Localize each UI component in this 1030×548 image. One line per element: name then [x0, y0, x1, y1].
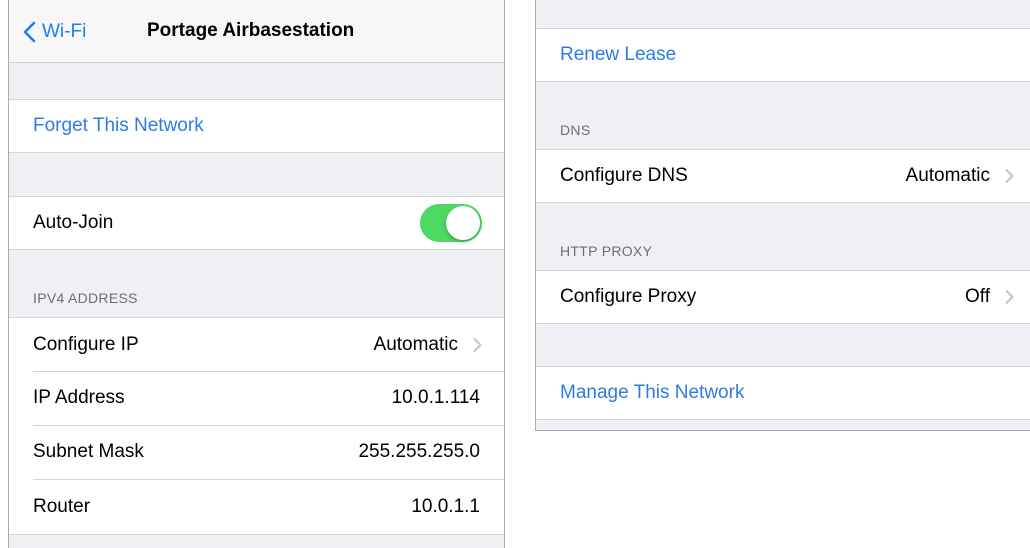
configure-dns-value: Automatic — [905, 165, 990, 186]
renew-lease-button[interactable]: Renew Lease — [536, 28, 1030, 82]
section-header-ipv4: IPV4 ADDRESS — [33, 290, 138, 306]
chevron-right-icon — [1005, 169, 1014, 183]
subnet-mask-label: Subnet Mask — [33, 441, 144, 462]
subnet-mask-value: 255.255.255.0 — [358, 441, 480, 462]
navigation-bar: Wi-Fi Portage Airbasestation — [9, 0, 504, 63]
forget-network-label: Forget This Network — [33, 115, 204, 136]
chevron-left-icon — [23, 21, 36, 43]
configure-ip-row[interactable]: Configure IP Automatic — [9, 317, 504, 371]
configure-ip-value: Automatic — [373, 333, 458, 355]
chevron-right-icon — [1005, 290, 1014, 304]
wifi-network-details-right: Renew Lease DNS Configure DNS Automatic … — [535, 0, 1030, 431]
ip-address-label: IP Address — [33, 387, 125, 408]
forget-network-button[interactable]: Forget This Network — [9, 99, 504, 153]
configure-dns-row[interactable]: Configure DNS Automatic — [536, 149, 1030, 203]
configure-proxy-row[interactable]: Configure Proxy Off — [536, 270, 1030, 324]
subnet-mask-row: Subnet Mask 255.255.255.0 — [9, 425, 504, 479]
auto-join-toggle[interactable] — [420, 204, 482, 242]
auto-join-row: Auto-Join — [9, 196, 504, 250]
router-row: Router 10.0.1.1 — [9, 479, 504, 535]
ip-address-value: 10.0.1.114 — [391, 387, 480, 408]
configure-ip-label: Configure IP — [33, 333, 139, 355]
wifi-network-details-left: Wi-Fi Portage Airbasestation Forget This… — [8, 0, 505, 548]
manage-network-label: Manage This Network — [560, 382, 745, 403]
configure-proxy-value: Off — [965, 286, 990, 307]
ip-address-row: IP Address 10.0.1.114 — [9, 371, 504, 425]
configure-proxy-label: Configure Proxy — [560, 286, 697, 307]
toggle-knob — [446, 206, 480, 240]
auto-join-label: Auto-Join — [33, 212, 114, 233]
router-label: Router — [33, 495, 91, 517]
back-label: Wi-Fi — [42, 21, 87, 42]
back-button[interactable]: Wi-Fi — [23, 18, 86, 46]
chevron-right-icon — [473, 337, 482, 352]
page-title: Portage Airbasestation — [147, 20, 355, 41]
section-header-dns: DNS — [560, 122, 591, 138]
section-header-http-proxy: HTTP PROXY — [560, 243, 653, 259]
router-value: 10.0.1.1 — [411, 495, 480, 517]
manage-network-button[interactable]: Manage This Network — [536, 366, 1030, 420]
configure-dns-label: Configure DNS — [560, 165, 688, 186]
renew-lease-label: Renew Lease — [560, 44, 677, 65]
